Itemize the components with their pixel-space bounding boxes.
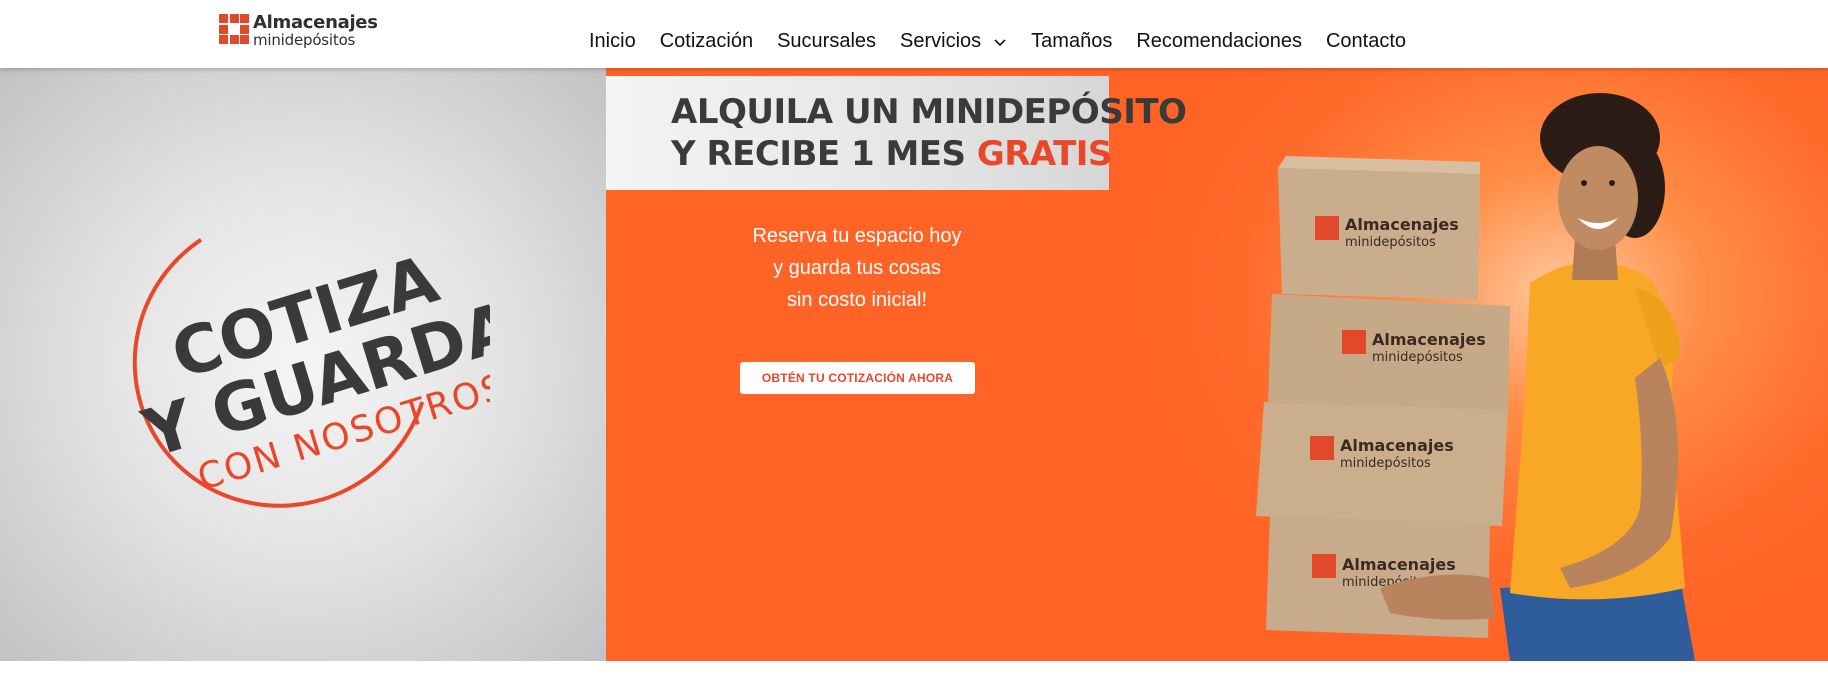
hero-photo-woman-with-boxes: Almacenajes minidepósitos Almacenajes mi…	[1256, 93, 1695, 661]
nav-item-servicios[interactable]: Servicios	[900, 30, 1007, 53]
promo-line-1: ALQUILA UN MINIDEPÓSITO	[671, 92, 1187, 132]
promo-headline-box: ALQUILA UN MINIDEPÓSITO Y RECIBE 1 MES G…	[606, 76, 1187, 190]
nav-label: Inicio	[589, 30, 636, 52]
nav-item-inicio[interactable]: Inicio	[589, 30, 636, 53]
box-brand: Almacenajes	[1345, 215, 1459, 234]
promo-line-2-prefix: Y RECIBE 1 MES	[671, 134, 977, 174]
nav-label: Servicios	[900, 30, 982, 52]
hero-copy-line: y guarda tus cosas	[773, 257, 941, 279]
promo-accent-gratis: GRATIS	[976, 134, 1113, 174]
cotiza-badge: COTIZA Y GUARDA CON NOSOTROS	[132, 212, 490, 508]
box-sub: minidepósitos	[1345, 235, 1436, 250]
box-brand: Almacenajes	[1372, 330, 1486, 349]
hero-subcopy: Reserva tu espacio hoy y guarda tus cosa…	[710, 220, 1004, 316]
logo-tagline: minidepósitos	[253, 31, 356, 49]
nav-label: Sucursales	[777, 30, 877, 52]
nav-item-sucursales[interactable]: Sucursales	[777, 30, 876, 53]
hero-copy-line: sin costo inicial!	[786, 289, 928, 311]
chevron-down-icon	[994, 38, 1006, 46]
get-quote-button[interactable]: OBTÉN TU COTIZACIÓN AHORA	[740, 362, 975, 394]
box-brand: Almacenajes	[1342, 555, 1456, 574]
nav-item-cotizacion[interactable]: Cotización	[660, 30, 753, 53]
nav-label: Tamaños	[1031, 30, 1113, 52]
box-sub: minidepósitos	[1372, 350, 1463, 365]
box-sub: minidepósitos	[1340, 456, 1431, 471]
hero-banner: COTIZA Y GUARDA CON NOSOTROS ALQUILA UN …	[0, 68, 1828, 661]
nav-item-recomendaciones[interactable]: Recomendaciones	[1136, 30, 1302, 53]
logo-mark-icon	[219, 14, 249, 44]
main-nav: Inicio Cotización Sucursales Servicios T…	[589, 30, 1406, 53]
site-logo[interactable]: Almacenajes minidepósitos	[219, 14, 378, 48]
box-brand: Almacenajes	[1340, 436, 1454, 455]
nav-label: Recomendaciones	[1136, 30, 1302, 52]
box-2: Almacenajes minidepósitos	[1268, 294, 1510, 414]
site-header: Almacenajes minidepósitos Inicio Cotizac…	[0, 0, 1828, 68]
box-3: Almacenajes minidepósitos	[1256, 402, 1508, 526]
logo-brand-name: Almacenajes	[253, 12, 378, 33]
promo-line-2: Y RECIBE 1 MES GRATIS	[671, 134, 1112, 174]
hero-copy-line: Reserva tu espacio hoy	[752, 225, 962, 247]
nav-label: Contacto	[1325, 30, 1407, 52]
box-1: Almacenajes minidepósitos	[1278, 156, 1480, 300]
nav-item-tamanos[interactable]: Tamaños	[1031, 30, 1112, 53]
nav-item-contacto[interactable]: Contacto	[1326, 30, 1406, 53]
nav-label: Cotización	[659, 30, 754, 52]
